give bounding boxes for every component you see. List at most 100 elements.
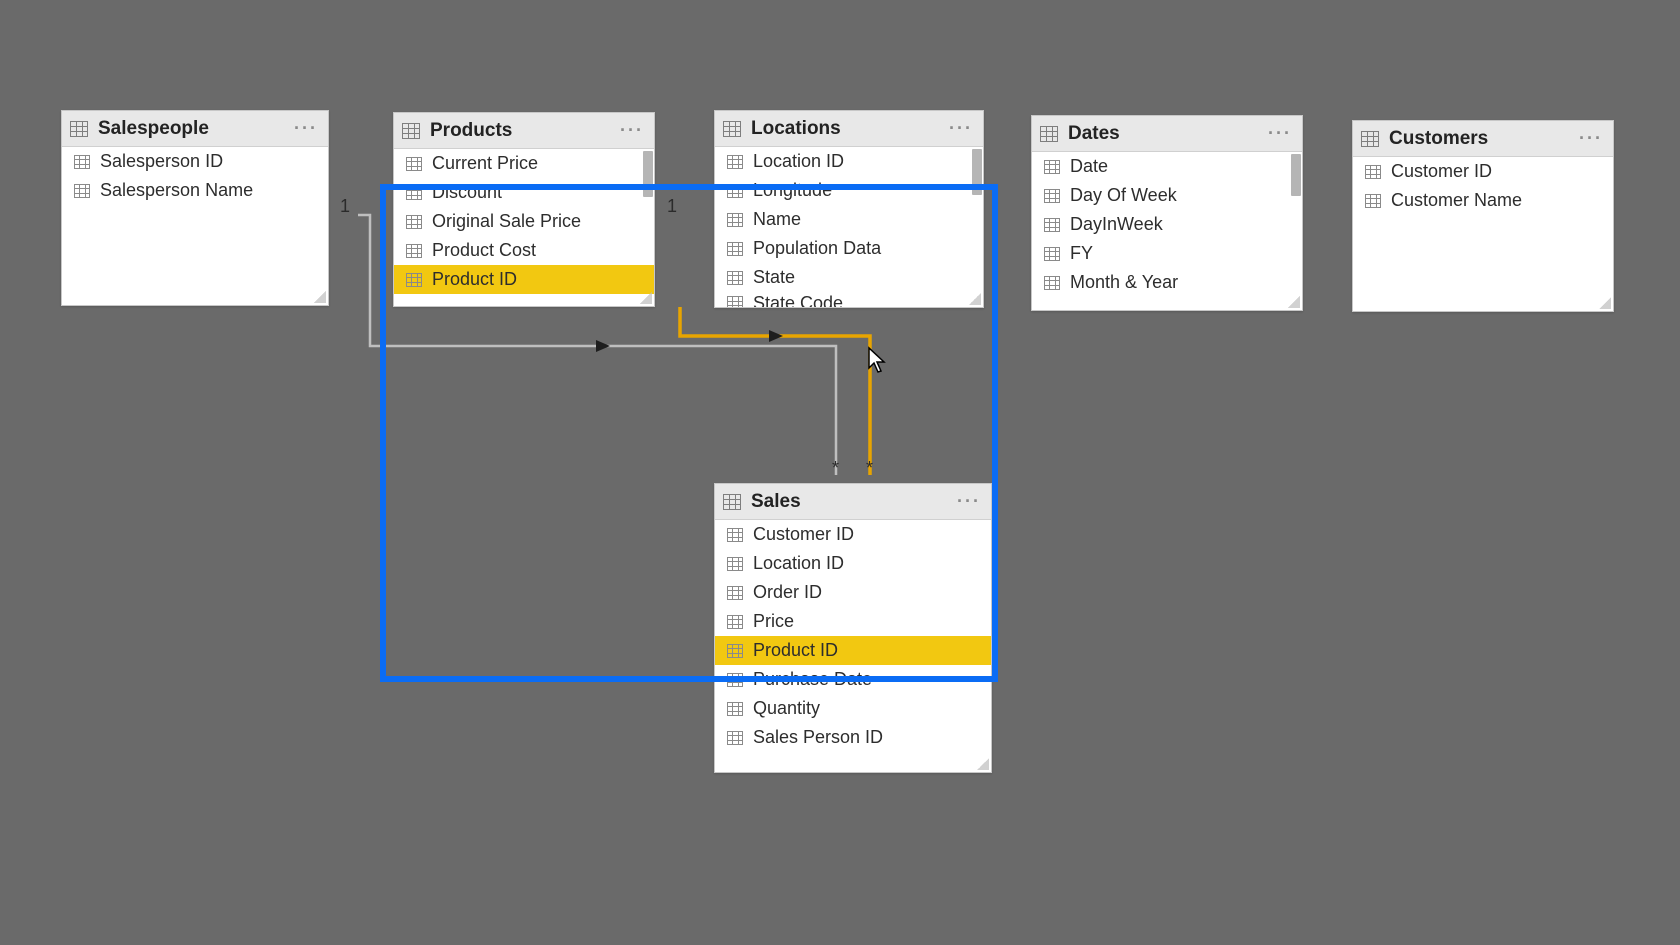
field-icon [727,702,743,716]
resize-grip[interactable] [969,293,981,305]
field-label: Current Price [432,153,538,174]
table-header-customers[interactable]: Customers ··· [1353,121,1613,157]
table-icon [1361,131,1379,147]
field-icon [727,615,743,629]
field-row[interactable]: Current Price [394,149,654,178]
field-label: Population Data [753,238,881,259]
field-icon [727,242,743,256]
field-label: Product Cost [432,240,536,261]
scrollbar-thumb[interactable] [972,149,982,195]
resize-grip[interactable] [1599,297,1611,309]
field-row[interactable]: Purchase Date [715,665,991,694]
resize-grip[interactable] [1288,296,1300,308]
field-row-highlighted[interactable]: Product ID [394,265,654,294]
field-label: DayInWeek [1070,214,1163,235]
field-list-customers: Customer ID Customer Name [1353,157,1613,311]
table-title: Locations [751,118,947,140]
resize-grip[interactable] [977,758,989,770]
table-title: Customers [1389,128,1577,150]
field-row[interactable]: Customer Name [1353,186,1613,215]
scrollbar-thumb[interactable] [1291,154,1301,196]
field-label: State Code [753,293,843,308]
field-row[interactable]: Longitude [715,176,983,205]
field-label: Name [753,209,801,230]
table-header-sales[interactable]: Sales ··· [715,484,991,520]
field-label: Original Sale Price [432,211,581,232]
table-icon [723,121,741,137]
field-list-products: Current Price Discount Original Sale Pri… [394,149,654,306]
table-title: Products [430,120,618,142]
table-sales[interactable]: Sales ··· Customer ID Location ID Order … [714,483,992,773]
field-row[interactable]: FY [1032,239,1302,268]
table-header-locations[interactable]: Locations ··· [715,111,983,147]
table-header-products[interactable]: Products ··· [394,113,654,149]
field-icon [1044,276,1060,290]
field-row-highlighted[interactable]: Product ID [715,636,991,665]
field-row[interactable]: Date [1032,152,1302,181]
resize-grip[interactable] [640,292,652,304]
ellipsis-icon[interactable]: ··· [947,118,975,139]
field-row[interactable]: Salesperson ID [62,147,328,176]
field-label: Order ID [753,582,822,603]
model-canvas[interactable]: 1 1 * * Salespeople ··· Salesperson ID S… [0,0,1680,945]
table-dates[interactable]: Dates ··· Date Day Of Week DayInWeek FY … [1031,115,1303,311]
table-customers[interactable]: Customers ··· Customer ID Customer Name [1352,120,1614,312]
field-row[interactable]: Location ID [715,549,991,578]
field-label: Location ID [753,151,844,172]
field-icon [727,184,743,198]
field-icon [727,213,743,227]
table-header-dates[interactable]: Dates ··· [1032,116,1302,152]
field-icon [727,557,743,571]
field-row[interactable]: Product Cost [394,236,654,265]
field-row[interactable]: Salesperson Name [62,176,328,205]
field-label: Customer Name [1391,190,1522,211]
ellipsis-icon[interactable]: ··· [292,118,320,139]
field-row[interactable]: Population Data [715,234,983,263]
table-icon [402,123,420,139]
scrollbar-thumb[interactable] [643,151,653,197]
field-row[interactable]: State Code [715,292,983,307]
field-row[interactable]: Location ID [715,147,983,176]
ellipsis-icon[interactable]: ··· [618,120,646,141]
field-row[interactable]: Name [715,205,983,234]
ellipsis-icon[interactable]: ··· [1266,123,1294,144]
field-label: Price [753,611,794,632]
cardinality-products-one: 1 [340,196,350,217]
field-icon [1044,247,1060,261]
ellipsis-icon[interactable]: ··· [955,491,983,512]
field-icon [406,273,422,287]
field-row[interactable]: Day Of Week [1032,181,1302,210]
field-label: State [753,267,795,288]
field-icon [406,215,422,229]
resize-grip[interactable] [314,291,326,303]
field-row[interactable]: Month & Year [1032,268,1302,297]
field-row[interactable]: Order ID [715,578,991,607]
field-label: Customer ID [1391,161,1492,182]
field-label: Longitude [753,180,832,201]
field-icon [727,155,743,169]
field-row[interactable]: Quantity [715,694,991,723]
field-row[interactable]: Customer ID [715,520,991,549]
field-row[interactable]: Price [715,607,991,636]
field-row[interactable]: State [715,263,983,292]
ellipsis-icon[interactable]: ··· [1577,128,1605,149]
table-header-salespeople[interactable]: Salespeople ··· [62,111,328,147]
field-label: Product ID [432,269,517,290]
field-label: Day Of Week [1070,185,1177,206]
field-icon [406,244,422,258]
field-list-sales: Customer ID Location ID Order ID Price P… [715,520,991,772]
field-row[interactable]: Original Sale Price [394,207,654,236]
table-icon [70,121,88,137]
table-locations[interactable]: Locations ··· Location ID Longitude Name… [714,110,984,308]
cardinality-sales-many-1: * [832,458,839,479]
field-row[interactable]: Sales Person ID [715,723,991,752]
field-icon [74,184,90,198]
field-row[interactable]: Customer ID [1353,157,1613,186]
field-list-salespeople: Salesperson ID Salesperson Name [62,147,328,305]
field-icon [727,644,743,658]
field-row[interactable]: Discount [394,178,654,207]
table-products[interactable]: Products ··· Current Price Discount Orig… [393,112,655,307]
field-row[interactable]: DayInWeek [1032,210,1302,239]
table-salespeople[interactable]: Salespeople ··· Salesperson ID Salespers… [61,110,329,306]
mouse-cursor-icon [867,346,887,374]
